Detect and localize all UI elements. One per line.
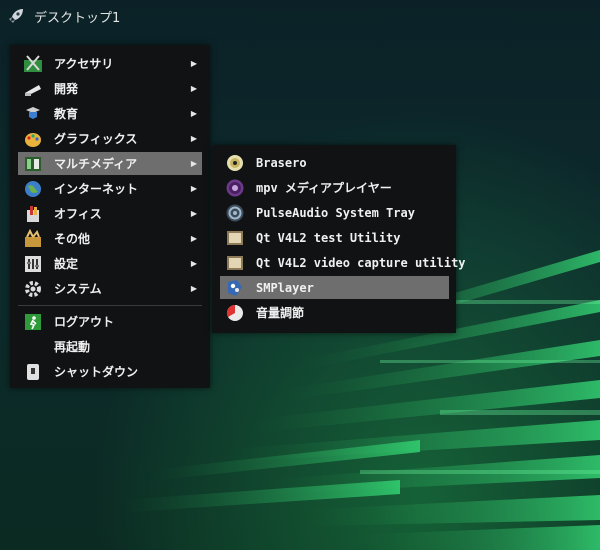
qv4l2-icon xyxy=(224,227,246,249)
menu-item-label: 教育 xyxy=(54,107,79,121)
education-icon xyxy=(22,103,44,125)
submenu-item-qvidcap[interactable]: Qt V4L2 video capture utility xyxy=(220,251,466,274)
menu-item-internet-globe[interactable]: インターネット ▶ xyxy=(18,177,202,200)
submenu-item-pulseaudio[interactable]: PulseAudio System Tray xyxy=(220,201,449,224)
logout-icon xyxy=(22,311,44,333)
submenu-item-label: Qt V4L2 video capture utility xyxy=(256,255,466,270)
submenu-item-label: Brasero xyxy=(256,155,307,170)
menu-item-office[interactable]: オフィス ▶ xyxy=(18,202,202,225)
submenu-arrow-icon: ▶ xyxy=(190,59,198,68)
volume-control-icon xyxy=(224,302,246,324)
submenu-item-mpv[interactable]: mpv メディアプレイヤー xyxy=(220,176,449,199)
submenu-arrow-icon: ▶ xyxy=(190,134,198,143)
menu-item-settings[interactable]: 設定 ▶ xyxy=(18,252,202,275)
shutdown-icon xyxy=(22,361,44,383)
logout-item[interactable]: ログアウト xyxy=(18,310,202,333)
submenu-item-label: mpv メディアプレイヤー xyxy=(256,181,392,195)
menu-item-label: インターネット xyxy=(54,182,139,196)
submenu-item-smplayer[interactable]: SMPlayer xyxy=(220,276,449,299)
submenu-item-brasero-disc[interactable]: Brasero xyxy=(220,151,449,174)
multimedia-submenu: Brasero mpv メディアプレイヤー PulseAudio System Tr… xyxy=(212,145,466,333)
office-icon xyxy=(22,203,44,225)
submenu-item-label: 音量調節 xyxy=(256,306,305,320)
smplayer-icon xyxy=(224,277,246,299)
menu-item-development[interactable]: 開発 ▶ xyxy=(18,77,202,100)
submenu-arrow-icon: ▶ xyxy=(190,109,198,118)
submenu-arrow-icon: ▶ xyxy=(190,84,198,93)
menu-item-label: 再起動 xyxy=(54,340,91,354)
menu-item-label: システム xyxy=(54,282,102,296)
shutdown-item[interactable]: シャットダウン xyxy=(18,360,202,383)
graphics-icon xyxy=(22,128,44,150)
menu-item-multimedia[interactable]: マルチメディア ▶ xyxy=(18,152,202,175)
blank-icon-slot xyxy=(22,336,44,358)
menu-item-label: アクセサリ xyxy=(54,57,114,71)
menu-item-label: ログアウト xyxy=(54,315,115,329)
mpv-icon xyxy=(224,177,246,199)
menu-item-education[interactable]: 教育 ▶ xyxy=(18,102,202,125)
menu-item-label: グラフィックス xyxy=(54,132,138,146)
menu-item-graphics[interactable]: グラフィックス ▶ xyxy=(18,127,202,150)
submenu-arrow-icon: ▶ xyxy=(190,159,198,168)
internet-globe-icon xyxy=(22,178,44,200)
submenu-item-volume-control[interactable]: 音量調節 xyxy=(220,301,449,324)
submenu-item-label: PulseAudio System Tray xyxy=(256,205,415,220)
multimedia-icon xyxy=(22,153,44,175)
submenu-item-qv4l2[interactable]: Qt V4L2 test Utility xyxy=(220,226,449,249)
menu-item-other[interactable]: その他 ▶ xyxy=(18,227,202,250)
menu-item-system-gear[interactable]: システム ▶ xyxy=(18,277,202,300)
menu-item-label: マルチメディア xyxy=(54,157,138,171)
menu-item-label: 設定 xyxy=(54,257,79,271)
menu-separator xyxy=(18,305,202,306)
menu-item-accessories[interactable]: アクセサリ ▶ xyxy=(18,52,202,75)
menu-item-label: オフィス xyxy=(54,207,102,221)
submenu-arrow-icon: ▶ xyxy=(190,259,198,268)
rocket-launcher-icon[interactable] xyxy=(6,6,26,26)
system-gear-icon xyxy=(22,278,44,300)
submenu-arrow-icon: ▶ xyxy=(190,234,198,243)
accessories-icon xyxy=(22,53,44,75)
other-icon xyxy=(22,228,44,250)
menu-item-label: シャットダウン xyxy=(54,365,139,379)
submenu-arrow-icon: ▶ xyxy=(190,184,198,193)
menu-item-label: その他 xyxy=(54,232,91,246)
reboot-item[interactable]: 再起動 xyxy=(18,335,202,358)
development-icon xyxy=(22,78,44,100)
qvidcap-icon xyxy=(224,252,246,274)
menu-item-label: 開発 xyxy=(54,82,79,96)
settings-icon xyxy=(22,253,44,275)
desktop-title: デスクトップ1 xyxy=(34,10,121,26)
top-panel: デスクトップ1 xyxy=(0,0,600,32)
brasero-disc-icon xyxy=(224,152,246,174)
application-menu: アクセサリ ▶ 開発 ▶ 教育 ▶ グラフィックス ▶ マルチメディア ▶ インターネット ▶ オフィス… xyxy=(10,45,210,388)
submenu-item-label: Qt V4L2 test Utility xyxy=(256,230,401,245)
submenu-arrow-icon: ▶ xyxy=(190,209,198,218)
submenu-arrow-icon: ▶ xyxy=(190,284,198,293)
submenu-item-label: SMPlayer xyxy=(256,280,314,295)
pulseaudio-icon xyxy=(224,202,246,224)
